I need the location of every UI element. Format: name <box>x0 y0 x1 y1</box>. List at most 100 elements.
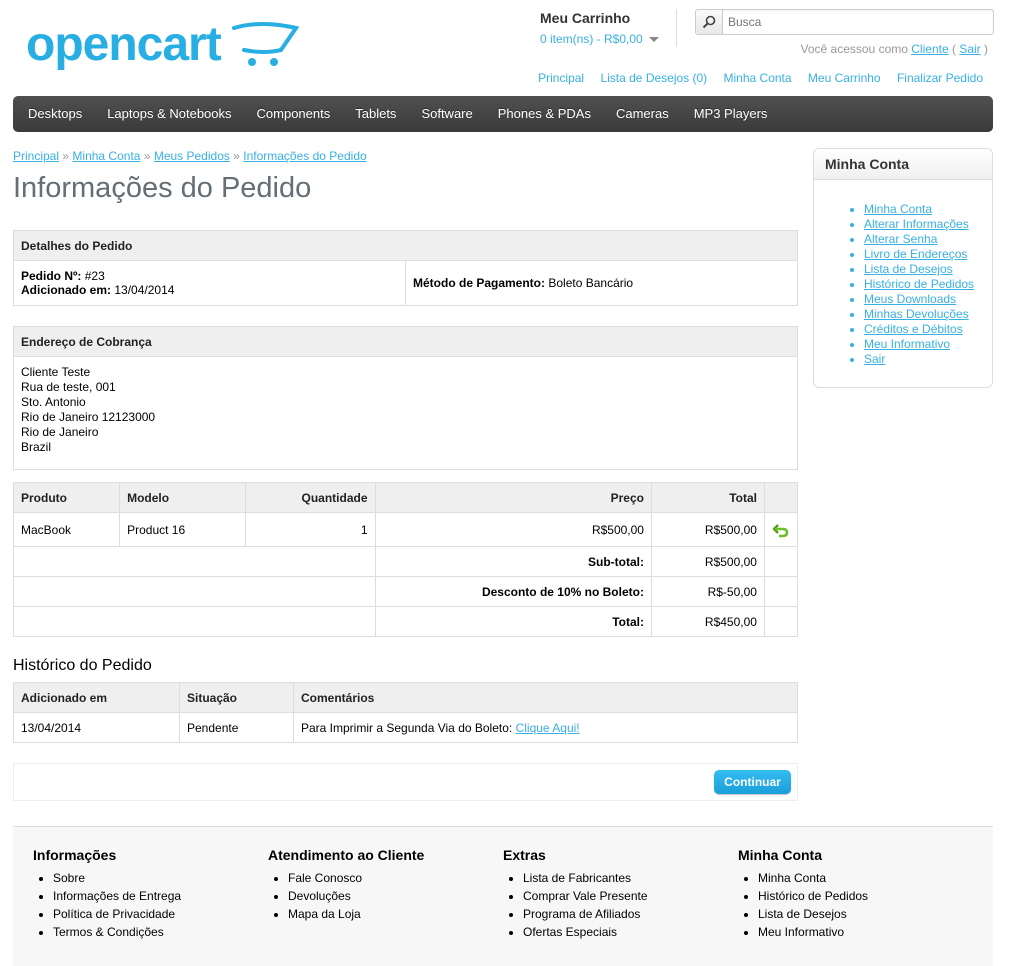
footer-link[interactable]: Devoluções <box>288 887 498 905</box>
footer-link[interactable]: Mapa da Loja <box>288 905 498 923</box>
sidebar-item-label[interactable]: Alterar Informações <box>864 217 969 231</box>
sidebar-item-logout[interactable]: Sair <box>864 352 992 367</box>
sidebar-item-addresses[interactable]: Livro de Endereços <box>864 247 992 262</box>
menu-item-desktops[interactable]: Desktops <box>28 96 82 132</box>
payment-cell: Método de Pagamento: Boleto Bancário <box>405 260 798 306</box>
cart-heading[interactable]: Meu Carrinho <box>540 10 659 26</box>
menu-item-cameras[interactable]: Cameras <box>616 96 669 132</box>
sidebar-item-edit[interactable]: Alterar Informações <box>864 217 992 232</box>
col-product: Produto <box>12 482 121 513</box>
sidebar-item-label[interactable]: Minhas Devoluções <box>864 307 969 321</box>
sidebar-item-account[interactable]: Minha Conta <box>864 202 992 217</box>
col-price: Preço <box>374 482 652 513</box>
history-date: 13/04/2014 <box>13 712 180 743</box>
footer-column-title: Informações <box>33 847 117 863</box>
toplink-account[interactable]: Minha Conta <box>724 71 792 85</box>
footer-link[interactable]: Política de Privacidade <box>53 905 263 923</box>
logout-link[interactable]: Sair <box>959 42 980 56</box>
footer-link[interactable]: Informações de Entrega <box>53 887 263 905</box>
footer-column-title: Minha Conta <box>738 847 822 863</box>
cell-qty: 1 <box>244 512 376 547</box>
footer-column-service: Atendimento ao Cliente Fale Conosco Devo… <box>268 847 498 923</box>
added-value: 13/04/2014 <box>114 283 175 297</box>
boleto-link[interactable]: Clique Aqui! <box>516 721 580 735</box>
footer-link[interactable]: Lista de Desejos <box>758 905 968 923</box>
sidebar-item-label[interactable]: Alterar Senha <box>864 232 937 246</box>
toplink-wishlist[interactable]: Lista de Desejos (0) <box>600 71 707 85</box>
footer-link[interactable]: Fale Conosco <box>288 869 498 887</box>
products-table: Produto Modelo Quantidade Preço Total Ma… <box>12 482 799 637</box>
top-links: Principal Lista de Desejos (0) Minha Con… <box>538 71 983 85</box>
toplink-checkout[interactable]: Finalizar Pedido <box>897 71 983 85</box>
sidebar-item-wishlist[interactable]: Lista de Desejos <box>864 262 992 277</box>
search-box <box>695 9 994 35</box>
footer-link[interactable]: Meu Informativo <box>758 923 968 941</box>
sidebar-item-label[interactable]: Meus Downloads <box>864 292 956 306</box>
order-details-heading: Detalhes do Pedido <box>13 230 798 261</box>
footer-link[interactable]: Termos & Condições <box>53 923 263 941</box>
footer-column-title: Atendimento ao Cliente <box>268 847 425 863</box>
menu-item-tablets[interactable]: Tablets <box>355 96 396 132</box>
page-title: Informações do Pedido <box>13 172 312 204</box>
breadcrumb-order-info[interactable]: Informações do Pedido <box>243 149 366 163</box>
footer-link[interactable]: Programa de Afiliados <box>523 905 733 923</box>
sidebar-item-label[interactable]: Créditos e Débitos <box>864 322 963 336</box>
sidebar-item-label[interactable]: Histórico de Pedidos <box>864 277 974 291</box>
sidebar-item-label[interactable]: Lista de Desejos <box>864 262 953 276</box>
cell-model: Product 16 <box>119 512 246 547</box>
menu-item-mp3[interactable]: MP3 Players <box>694 96 768 132</box>
opencart-logo[interactable]: opencart <box>26 14 301 72</box>
breadcrumb-home[interactable]: Principal <box>13 149 59 163</box>
sidebar-item-newsletter[interactable]: Meu Informativo <box>864 337 992 352</box>
history-table: Adicionado em Situação Comentários 13/04… <box>13 682 798 743</box>
cart-divider <box>676 9 677 47</box>
sidebar-item-downloads[interactable]: Meus Downloads <box>864 292 992 307</box>
breadcrumb-orders[interactable]: Meus Pedidos <box>154 149 230 163</box>
footer-link[interactable]: Sobre <box>53 869 263 887</box>
added-label: Adicionado em: <box>21 283 112 297</box>
sidebar-item-label[interactable]: Livro de Endereços <box>864 247 967 261</box>
main-menu: Desktops Laptops & Notebooks Components … <box>13 96 993 132</box>
history-title: Histórico do Pedido <box>13 657 152 674</box>
address-line: Cliente Teste <box>21 365 91 379</box>
col-action <box>763 482 799 513</box>
search-input[interactable] <box>728 13 983 30</box>
sidebar-item-password[interactable]: Alterar Senha <box>864 232 992 247</box>
address-line: Rio de Janeiro 12123000 <box>21 410 156 424</box>
account-user-link[interactable]: Cliente <box>911 42 948 56</box>
subtotal-label: Sub-total: <box>374 546 652 577</box>
mini-cart[interactable]: Meu Carrinho 0 item(ns) - R$0,00 <box>540 10 659 46</box>
toplink-home[interactable]: Principal <box>538 71 584 85</box>
footer-link[interactable]: Comprar Vale Presente <box>523 887 733 905</box>
sidebar-item-label[interactable]: Sair <box>864 352 885 366</box>
footer-link[interactable]: Ofertas Especiais <box>523 923 733 941</box>
footer-link[interactable]: Minha Conta <box>758 869 968 887</box>
footer-column-title: Extras <box>503 847 546 863</box>
menu-item-software[interactable]: Software <box>421 96 472 132</box>
sidebar-item-returns[interactable]: Minhas Devoluções <box>864 307 992 322</box>
footer-link[interactable]: Histórico de Pedidos <box>758 887 968 905</box>
footer-column-account: Minha Conta Minha Conta Histórico de Ped… <box>738 847 968 941</box>
toplink-cart[interactable]: Meu Carrinho <box>808 71 881 85</box>
sidebar-item-orders[interactable]: Histórico de Pedidos <box>864 277 992 292</box>
continue-button[interactable]: Continuar <box>714 770 791 794</box>
footer-link[interactable]: Lista de Fabricantes <box>523 869 733 887</box>
sidebar-item-label[interactable]: Meu Informativo <box>864 337 950 351</box>
breadcrumb-separator: » <box>233 149 240 163</box>
breadcrumb-account[interactable]: Minha Conta <box>72 149 140 163</box>
menu-item-phones[interactable]: Phones & PDAs <box>498 96 591 132</box>
menu-item-laptops[interactable]: Laptops & Notebooks <box>107 96 231 132</box>
billing-address: Cliente Teste Rua de teste, 001 Sto. Ant… <box>13 356 798 470</box>
search-button[interactable] <box>696 10 723 34</box>
sidebar-item-label[interactable]: Minha Conta <box>864 202 932 216</box>
breadcrumb-separator: » <box>143 149 151 163</box>
footer-column-extras: Extras Lista de Fabricantes Comprar Vale… <box>503 847 733 941</box>
col-status: Situação <box>179 682 294 713</box>
menu-item-components[interactable]: Components <box>257 96 331 132</box>
payment-label: Método de Pagamento: <box>413 276 546 290</box>
return-icon[interactable] <box>772 522 790 538</box>
paren-close: ) <box>984 42 988 56</box>
table-row: 13/04/2014 Pendente Para Imprimir a Segu… <box>13 712 798 743</box>
cart-summary[interactable]: 0 item(ns) - R$0,00 <box>540 32 659 46</box>
sidebar-item-transactions[interactable]: Créditos e Débitos <box>864 322 992 337</box>
